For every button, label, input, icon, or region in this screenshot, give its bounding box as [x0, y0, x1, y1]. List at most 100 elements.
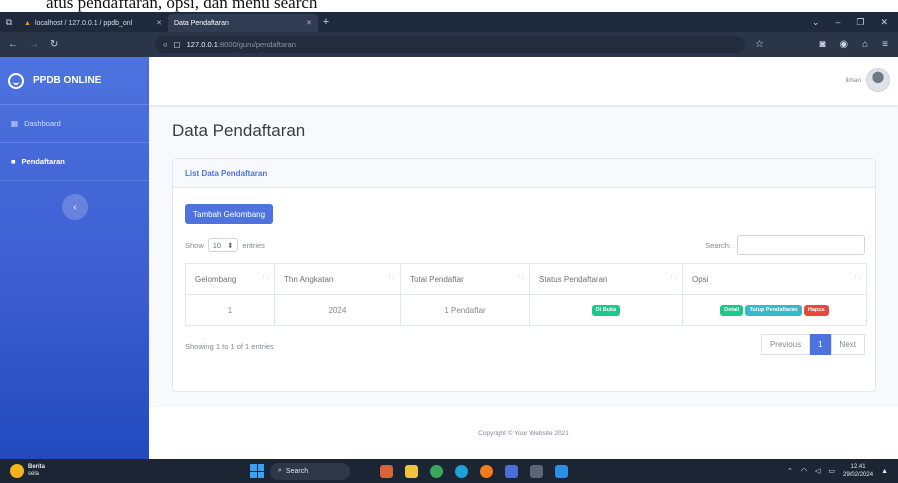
menu-icon[interactable]: ≡ — [882, 39, 888, 50]
brand-name: PPDB ONLINE — [33, 75, 102, 86]
chevron-up-icon[interactable]: ⌃ — [787, 467, 793, 475]
column-header-total[interactable]: Total Pendaftar ↑↓ — [400, 263, 530, 295]
column-header-tahun[interactable]: Thn Angkatan ↑↓ — [274, 263, 401, 295]
sidebar-item-pendaftaran[interactable]: ■ Pendaftaran — [0, 143, 149, 181]
sidebar-toggle-button[interactable]: ‹ — [62, 194, 88, 220]
user-name: ilman — [845, 76, 861, 84]
battery-icon[interactable]: ▭ — [828, 467, 835, 475]
add-gelombang-button[interactable]: Tambah Gelombang — [185, 204, 274, 224]
store-icon[interactable] — [505, 464, 518, 478]
widget-app-icon[interactable] — [380, 464, 393, 478]
weather-widget[interactable]: Berita sela — [0, 464, 250, 478]
table-search: Search: — [705, 235, 865, 255]
document-icon: ■ — [11, 157, 16, 166]
sidebar-item-label: Pendaftaran — [21, 157, 65, 166]
search-label: Search: — [705, 240, 731, 250]
extensions-icon[interactable]: ⌂ — [862, 39, 868, 50]
maximize-icon[interactable]: ❐ — [856, 17, 864, 28]
close-window-icon[interactable]: ✕ — [880, 17, 888, 28]
close-tab-icon[interactable]: ✕ — [306, 19, 312, 27]
bookmark-star-icon[interactable]: ☆ — [755, 39, 764, 50]
taskbar-search[interactable]: ⌕ Search — [270, 462, 350, 480]
next-button[interactable]: Next — [830, 334, 865, 355]
select-arrows-icon: ⬍ — [227, 240, 234, 250]
cell-total: 1 Pendaftar — [400, 294, 530, 326]
pocket-icon[interactable]: ◙ — [819, 39, 825, 50]
edge-icon[interactable] — [455, 464, 468, 478]
sort-icon: ↑↓ — [670, 274, 677, 281]
dashboard-icon: ▦ — [11, 119, 19, 128]
search-icon: ⌕ — [278, 467, 282, 474]
vscode-icon[interactable] — [555, 464, 568, 478]
user-dropdown[interactable]: ilman — [845, 68, 890, 92]
forward-icon[interactable]: → — [29, 39, 39, 50]
taskbar: Berita sela ⌕ Search ⌃ ◠ ◁ ▭ 12.41 29/02/2… — [0, 459, 898, 483]
previous-button[interactable]: Previous — [760, 334, 811, 355]
search-input[interactable] — [737, 235, 865, 255]
file-explorer-icon[interactable] — [405, 464, 418, 478]
new-tab-icon[interactable]: + — [318, 16, 334, 28]
notification-bell-icon[interactable]: ▲ — [881, 468, 888, 475]
delete-button[interactable]: Hapus — [803, 305, 829, 316]
firefox-icon[interactable] — [480, 464, 493, 478]
cell-status: Di Buka — [529, 294, 683, 326]
system-tray: ⌃ ◠ ◁ ▭ 12.41 29/02/2024 ▲ — [787, 463, 898, 479]
column-header-opsi[interactable]: Opsi ↑↓ — [682, 263, 867, 295]
sort-icon: ↑↓ — [262, 274, 269, 281]
entries-length-control: Show 10 ⬍ entries — [185, 238, 265, 252]
table-info: Showing 1 to 1 of 1 entries — [185, 342, 274, 351]
page-title: Data Pendaftaran — [172, 121, 306, 140]
tab-label: Data Pendaftaran — [174, 19, 229, 27]
reload-icon[interactable]: ↻ — [50, 39, 58, 50]
main-content: ilman Data Pendaftaran List Data Pendaft… — [149, 57, 898, 459]
minimize-icon[interactable]: – — [835, 17, 840, 28]
weather-sun-icon — [10, 464, 24, 478]
shield-icon: ○ — [163, 40, 168, 49]
column-header-status[interactable]: Status Pendaftaran ↑↓ — [529, 263, 683, 295]
footer: Copyright © Your Website 2021 — [149, 407, 898, 459]
topbar: ilman — [149, 57, 898, 105]
volume-icon[interactable]: ◁ — [815, 467, 820, 475]
page-button[interactable]: 1 — [810, 334, 831, 355]
status-badge: Di Buka — [591, 305, 621, 316]
account-icon[interactable]: ◉ — [839, 39, 848, 50]
chevron-left-icon: ‹ — [73, 201, 77, 213]
sort-icon: ↑↓ — [517, 274, 524, 281]
pagination: Previous 1 Next — [760, 334, 865, 355]
sidebar-brand[interactable]: PPDB ONLINE — [0, 57, 149, 105]
tab-search-icon[interactable]: ⌄ — [812, 17, 820, 28]
tab-data-pendaftaran[interactable]: Data Pendaftaran ✕ — [168, 14, 318, 32]
phpmyadmin-favicon-icon: ▲ — [24, 19, 31, 27]
table-row: 1 2024 1 Pendaftar Di Buka Detail Tutup … — [185, 294, 867, 326]
detail-button[interactable]: Detail — [720, 305, 744, 316]
cell-tahun: 2024 — [274, 294, 401, 326]
browser-tab-bar: ⧉ ▲ localhost / 127.0.0.1 / ppdb_onl ✕ D… — [0, 12, 898, 32]
terminal-icon[interactable] — [530, 464, 543, 478]
card-header: List Data Pendaftaran — [173, 159, 875, 188]
tab-label: localhost / 127.0.0.1 / ppdb_onl — [34, 19, 133, 27]
document-caption: atus pendaftaran, opsi, dan menu search — [0, 0, 898, 12]
sort-icon: ↑↓ — [854, 274, 861, 281]
close-registration-button[interactable]: Tutup Pendaftaran — [745, 305, 802, 316]
column-header-gelombang[interactable]: Gelombang ↑↓ — [185, 263, 275, 295]
chrome-icon[interactable] — [430, 464, 443, 478]
wifi-icon[interactable]: ◠ — [801, 467, 807, 475]
tab-actions-icon[interactable]: ⧉ — [0, 17, 18, 28]
back-icon[interactable]: ← — [8, 39, 18, 50]
tab-phpmyadmin[interactable]: ▲ localhost / 127.0.0.1 / ppdb_onl ✕ — [18, 14, 168, 32]
sort-icon: ↑↓ — [388, 274, 395, 281]
cell-opsi: Detail Tutup Pendaftaran Hapus — [682, 294, 867, 326]
browser-address-bar: ← → ↻ ○ ▢ 127.0.0.1:8000/guru/pendaftara… — [0, 32, 898, 57]
entries-select[interactable]: 10 ⬍ — [207, 238, 239, 252]
close-tab-icon[interactable]: ✕ — [156, 19, 162, 27]
cell-gelombang: 1 — [185, 294, 275, 326]
clock[interactable]: 12.41 29/02/2024 — [843, 463, 873, 479]
url-field[interactable]: ○ ▢ 127.0.0.1:8000/guru/pendaftaran — [155, 36, 745, 53]
windows-start-icon[interactable] — [250, 464, 264, 478]
sidebar-item-dashboard[interactable]: ▦ Dashboard — [0, 105, 149, 143]
laugh-wink-icon — [8, 72, 24, 89]
data-card: List Data Pendaftaran Tambah Gelombang S… — [172, 158, 876, 392]
sidebar-item-label: Dashboard — [24, 119, 61, 128]
page-info-icon: ▢ — [173, 40, 181, 49]
sidebar: PPDB ONLINE ▦ Dashboard ■ Pendaftaran ‹ — [0, 57, 149, 459]
